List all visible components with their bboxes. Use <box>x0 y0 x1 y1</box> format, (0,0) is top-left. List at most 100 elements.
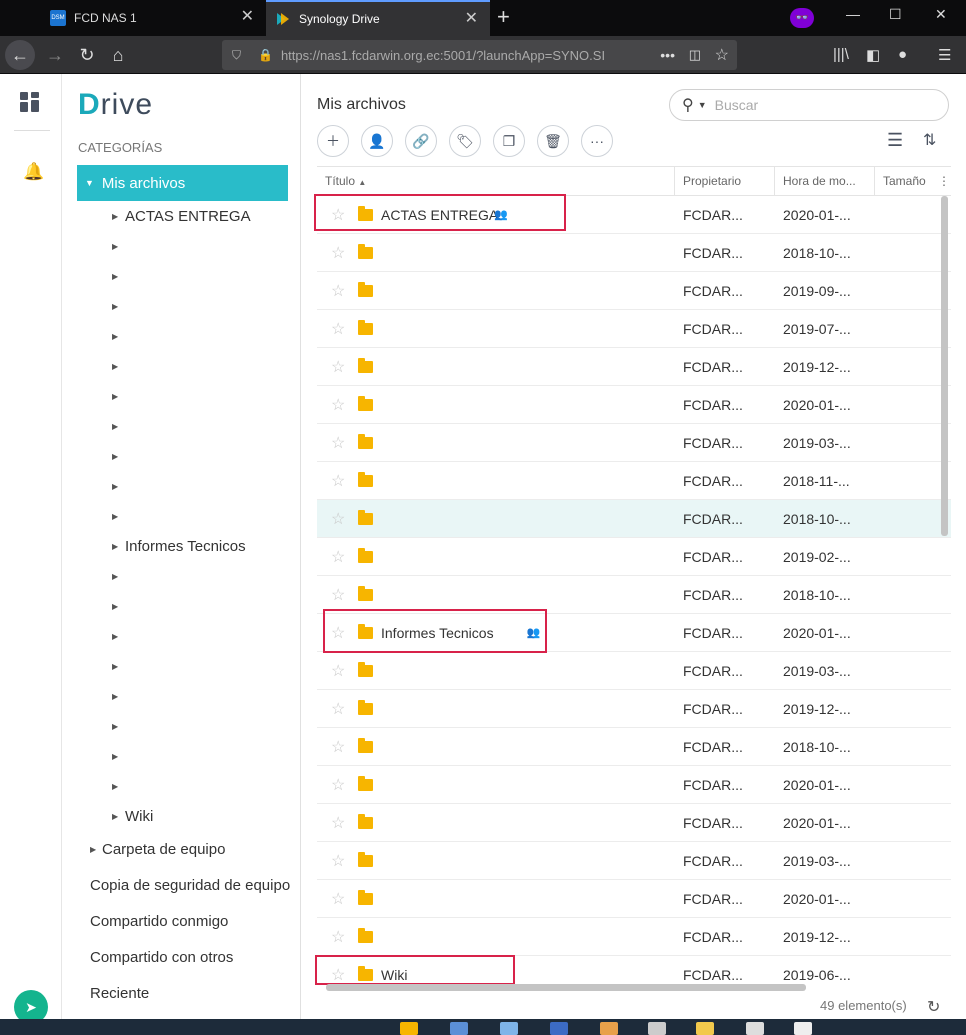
table-row[interactable]: ☆ FCDAR... 2020-01-... <box>317 880 951 918</box>
home-icon[interactable]: ⌂ <box>103 40 133 70</box>
table-row[interactable]: ☆ FCDAR... 2019-02-... <box>317 538 951 576</box>
caret-right-icon[interactable]: ▶ <box>112 332 125 341</box>
search-icon[interactable]: ⚲ <box>682 95 694 115</box>
tree-folder[interactable]: ▶ <box>112 411 125 441</box>
tree-folder[interactable]: ▶ <box>112 711 125 741</box>
caret-right-icon[interactable]: ▶ <box>112 212 125 221</box>
table-row[interactable]: ☆ FCDAR... 2020-01-... <box>317 766 951 804</box>
taskbar-app-icon[interactable] <box>648 1022 666 1035</box>
back-icon[interactable]: ← <box>5 40 35 70</box>
star-icon[interactable]: ☆ <box>331 243 345 263</box>
url-text[interactable]: https://nas1.fcdarwin.org.ec:5001/?launc… <box>281 48 605 63</box>
tree-folder[interactable]: ▶ <box>112 681 125 711</box>
delete-button[interactable]: 🗑 <box>537 125 569 157</box>
tree-folder[interactable]: ▶ <box>112 381 125 411</box>
tree-folder[interactable]: ▶ <box>112 351 125 381</box>
tree-folder[interactable]: ▶ Wiki <box>112 801 153 831</box>
copy-button[interactable]: ❐ <box>493 125 525 157</box>
list-view-icon[interactable]: ☰ <box>887 130 903 151</box>
tree-folder[interactable]: ▶ <box>112 471 125 501</box>
library-icon[interactable]: |||\ <box>833 46 849 63</box>
shield-icon[interactable]: ⛉ <box>232 48 246 63</box>
star-icon[interactable]: ☆ <box>331 357 345 377</box>
taskbar-app-icon[interactable] <box>600 1022 618 1035</box>
table-row[interactable]: ☆ FCDAR... 2019-12-... <box>317 348 951 386</box>
star-icon[interactable]: ☆ <box>331 509 345 529</box>
star-icon[interactable]: ☆ <box>331 281 345 301</box>
apps-grid-icon[interactable] <box>20 92 40 112</box>
close-tab-icon[interactable]: ✕ <box>241 8 254 26</box>
caret-right-icon[interactable]: ▶ <box>112 632 125 641</box>
explorer-icon[interactable] <box>400 1022 418 1035</box>
star-icon[interactable]: ☆ <box>331 585 345 605</box>
tree-folder[interactable]: ▶ <box>112 771 125 801</box>
column-modified[interactable]: Hora de mo... <box>775 167 875 195</box>
caret-right-icon[interactable]: ▶ <box>112 572 125 581</box>
table-row[interactable]: ☆ FCDAR... 2019-09-... <box>317 272 951 310</box>
tab-synology-drive[interactable]: Synology Drive ✕ <box>266 0 490 36</box>
caret-right-icon[interactable]: ▶ <box>112 302 125 311</box>
menu-icon[interactable]: ☰ <box>938 46 951 64</box>
column-title[interactable]: Título ▲ <box>317 167 675 195</box>
search-input[interactable]: ⚲ ▼ Buscar <box>669 89 949 121</box>
sidebar-item-my-files[interactable]: ▼ Mis archivos <box>77 165 288 201</box>
caret-right-icon[interactable]: ▶ <box>112 662 125 671</box>
column-options-icon[interactable]: ⋮ <box>937 167 951 195</box>
table-row[interactable]: ☆ FCDAR... 2019-12-... <box>317 690 951 728</box>
caret-right-icon[interactable]: ▶ <box>112 512 125 521</box>
sidebar-item-computer-backup[interactable]: Copia de seguridad de equipo <box>90 870 290 900</box>
table-row[interactable]: ☆ FCDAR... 2020-01-... <box>317 804 951 842</box>
table-row[interactable]: ☆ FCDAR... 2019-07-... <box>317 310 951 348</box>
bell-icon[interactable]: 🔔 <box>23 162 44 182</box>
chevron-down-icon[interactable]: ▼ <box>698 100 707 110</box>
share-button[interactable]: 👤 <box>361 125 393 157</box>
close-tab-icon[interactable]: ✕ <box>465 10 478 28</box>
table-row[interactable]: ☆ FCDAR... 2019-03-... <box>317 842 951 880</box>
taskbar-app-icon[interactable] <box>550 1022 568 1035</box>
taskbar-app-icon[interactable] <box>746 1022 764 1035</box>
caret-right-icon[interactable]: ▶ <box>112 392 125 401</box>
bookmark-star-icon[interactable]: ☆ <box>715 45 729 65</box>
tree-folder[interactable]: ▶ ACTAS ENTREGA <box>112 201 251 231</box>
taskbar-app-icon[interactable] <box>450 1022 468 1035</box>
caret-right-icon[interactable]: ▶ <box>112 542 125 551</box>
caret-right-icon[interactable]: ▶ <box>112 422 125 431</box>
star-icon[interactable]: ☆ <box>331 737 345 757</box>
table-row[interactable]: ☆ FCDAR... 2019-12-... <box>317 918 951 956</box>
tree-folder[interactable]: ▶ <box>112 501 125 531</box>
table-row[interactable]: ☆ FCDAR... 2018-10-... <box>317 728 951 766</box>
table-row[interactable]: ☆ FCDAR... 2020-01-... <box>317 386 951 424</box>
star-icon[interactable]: ☆ <box>331 433 345 453</box>
table-row[interactable]: ☆ FCDAR... 2018-11-... <box>317 462 951 500</box>
tree-folder[interactable]: ▶ Informes Tecnicos <box>112 531 246 561</box>
sidebar-toggle-icon[interactable]: ◧ <box>866 46 880 64</box>
tab-fcd-nas[interactable]: DSM FCD NAS 1 ✕ <box>0 0 266 36</box>
caret-right-icon[interactable]: ▶ <box>112 482 125 491</box>
table-row[interactable]: ☆ FCDAR... 2019-03-... <box>317 652 951 690</box>
star-icon[interactable]: ☆ <box>331 319 345 339</box>
minimize-icon[interactable]: — <box>846 6 860 22</box>
star-icon[interactable]: ☆ <box>331 851 345 871</box>
star-icon[interactable]: ☆ <box>331 471 345 491</box>
url-bar[interactable]: ⛉ 🔒 https://nas1.fcdarwin.org.ec:5001/?l… <box>222 40 737 70</box>
star-icon[interactable]: ☆ <box>331 813 345 833</box>
caret-right-icon[interactable]: ▶ <box>112 752 125 761</box>
column-size[interactable]: Tamaño <box>875 167 937 195</box>
create-button[interactable]: ＋ <box>317 125 349 157</box>
caret-right-icon[interactable]: ▶ <box>112 602 125 611</box>
horizontal-scrollbar[interactable] <box>326 984 806 991</box>
tree-folder[interactable]: ▶ <box>112 741 125 771</box>
star-icon[interactable]: ☆ <box>331 775 345 795</box>
maximize-icon[interactable]: ☐ <box>889 6 902 23</box>
caret-right-icon[interactable]: ▶ <box>112 812 125 821</box>
tree-folder[interactable]: ▶ <box>112 291 125 321</box>
page-actions-icon[interactable]: ••• <box>660 47 675 63</box>
close-window-icon[interactable]: ✕ <box>935 6 947 23</box>
caret-right-icon[interactable]: ▶ <box>112 782 125 791</box>
table-row[interactable]: ☆ FCDAR... 2019-03-... <box>317 424 951 462</box>
star-icon[interactable]: ☆ <box>331 889 345 909</box>
lock-icon[interactable]: 🔒 <box>258 48 273 62</box>
tree-folder[interactable]: ▶ <box>112 231 125 261</box>
refresh-icon[interactable]: ↻ <box>927 997 940 1017</box>
tree-folder[interactable]: ▶ <box>112 591 125 621</box>
